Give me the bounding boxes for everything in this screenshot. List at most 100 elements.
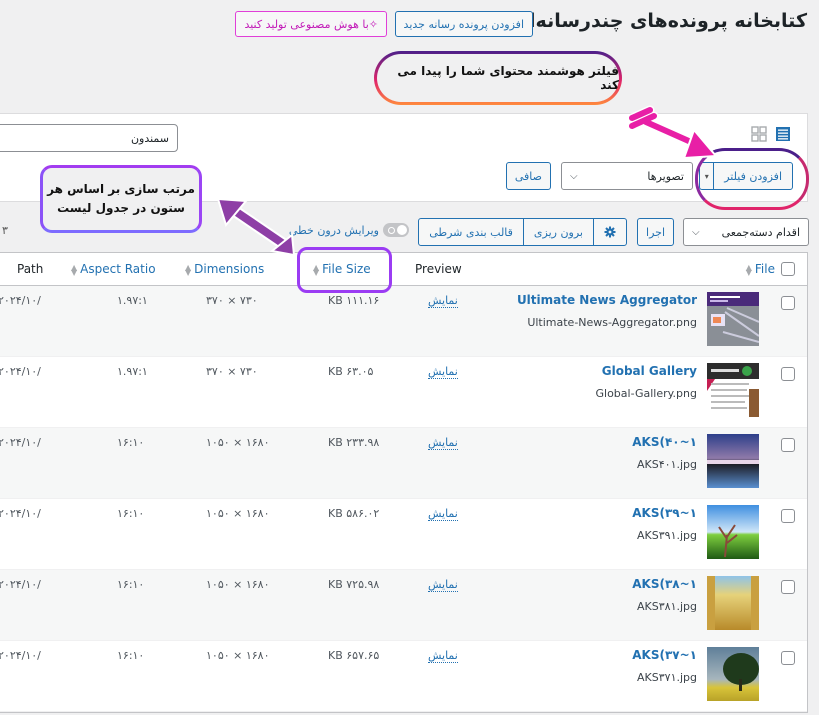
chevron-down-icon: ⌵ — [692, 226, 700, 238]
column-header-dimensions[interactable]: ▲ ▼ Dimensions — [185, 262, 264, 276]
row-checkbox[interactable] — [781, 438, 795, 452]
file-size-cell: KB ۱۱۱.۱۶ — [328, 294, 380, 307]
smart-filter-callout: فیلتر هوشمند محتوای شما را پیدا می کند — [374, 51, 622, 105]
conditional-format-button[interactable]: قالب بندی شرطی — [418, 218, 524, 246]
table-body: Ultimate News Aggregator Ultimate-News-Ag… — [0, 286, 807, 712]
sort-icon: ▲ ▼ — [71, 262, 78, 277]
page-edge — [808, 252, 819, 715]
table-row: AKS(۴۰~۱ AKS۴۰۱.jpg نمایش KB ۲۳۳.۹۸ ۱۰۵۰ × ۱… — [0, 428, 807, 499]
path-cell: ۲۰۲۴/۱۰/ — [0, 365, 41, 378]
dimensions-cell: ۳۷۰ × ۷۳۰ — [206, 365, 258, 378]
sort-icon: ▲ ▼ — [313, 262, 320, 277]
aspect-ratio-cell: ۱.۹۷:۱ — [117, 365, 148, 378]
thumbnail-image[interactable] — [707, 363, 759, 417]
sort-icon: ▲ ▼ — [745, 262, 752, 277]
inline-edit-label: ویرایش درون خطی — [288, 223, 379, 237]
thumbnail-image[interactable] — [707, 576, 759, 630]
column-header-file-size[interactable]: ▲ ▼ File Size — [313, 262, 371, 276]
file-name: Global-Gallery.png — [595, 387, 697, 400]
bulk-action-select[interactable]: اقدام دسته‌جمعی ⌵ — [683, 218, 809, 246]
thumbnail-image[interactable] — [707, 292, 760, 346]
media-table: ▲ ▼ File Preview ▲ ▼ File Size ▲ ▼ Dimensions … — [0, 252, 808, 713]
thumbnail-image[interactable] — [707, 647, 759, 701]
media-type-select[interactable]: تصویرها ⌵ — [561, 162, 693, 190]
inline-edit-toggle[interactable] — [383, 223, 409, 237]
page-count: ۳ — [2, 224, 8, 237]
file-name: AKS۳۹۱.jpg — [637, 529, 697, 542]
file-size-cell: KB ۶۳.۰۵ — [328, 365, 374, 378]
file-title-link[interactable]: AKS(۳۷~۱ — [632, 648, 697, 662]
table-row: AKS(۳۹~۱ AKS۳۹۱.jpg نمایش KB ۵۸۶.۰۲ ۱۰۵۰ × ۱… — [0, 499, 807, 570]
column-header-preview: Preview — [415, 262, 462, 276]
row-checkbox[interactable] — [781, 509, 795, 523]
aspect-ratio-cell: ۱۶:۱۰ — [117, 578, 145, 591]
settings-button[interactable] — [593, 218, 627, 246]
bulk-action-value: اقدام دسته‌جمعی — [721, 225, 800, 239]
thumbnail-image[interactable] — [707, 434, 759, 488]
dimensions-cell: ۱۰۵۰ × ۱۶۸۰ — [206, 649, 270, 662]
add-new-media-button[interactable]: افزودن پرونده رسانه جدید — [394, 11, 533, 37]
smart-filter-callout-text: فیلتر هوشمند محتوای شما را پیدا می کند — [377, 54, 619, 102]
aspect-ratio-cell: ۱۶:۱۰ — [117, 507, 145, 520]
path-cell: ۲۰۲۴/۱۰/ — [0, 294, 41, 307]
dimensions-cell: ۳۷۰ × ۷۳۰ — [206, 294, 258, 307]
column-header-path: Path — [17, 262, 44, 276]
table-row: Ultimate News Aggregator Ultimate-News-Ag… — [0, 286, 807, 357]
sort-callout-line-1: مرتب سازی بر اساس هر — [47, 182, 195, 197]
inline-edit-toggle-group: ویرایش درون خطی — [289, 223, 409, 237]
file-title-link[interactable]: Global Gallery — [602, 364, 697, 378]
table-row: AKS(۳۷~۱ AKS۳۷۱.jpg نمایش KB ۶۵۷.۶۵ ۱۰۵۰ × ۱… — [0, 641, 807, 712]
file-title-link[interactable]: AKS(۳۸~۱ — [632, 577, 697, 591]
row-checkbox[interactable] — [781, 296, 795, 310]
ai-generate-button[interactable]: ✧با هوش مصنوعی تولید کنید — [235, 11, 387, 37]
select-all-checkbox[interactable] — [781, 262, 795, 276]
row-checkbox[interactable] — [781, 651, 795, 665]
preview-link[interactable]: نمایش — [428, 294, 458, 308]
table-header: ▲ ▼ File Preview ▲ ▼ File Size ▲ ▼ Dimensions … — [0, 253, 807, 286]
search-input[interactable] — [0, 124, 178, 152]
apply-button[interactable]: اجرا — [637, 218, 674, 246]
column-header-aspect-ratio[interactable]: ▲ ▼ Aspect Ratio — [71, 262, 156, 276]
add-filter-button[interactable]: افزودن فیلتر — [713, 162, 793, 190]
sort-columns-callout: مرتب سازی بر اساس هر ستون در جدول لیست — [40, 165, 202, 233]
path-cell: ۲۰۲۴/۱۰/ — [0, 578, 41, 591]
dimensions-cell: ۱۰۵۰ × ۱۶۸۰ — [206, 507, 270, 520]
file-name: AKS۳۷۱.jpg — [637, 671, 697, 684]
file-size-cell: KB ۲۳۳.۹۸ — [328, 436, 380, 449]
file-size-cell: KB ۶۵۷.۶۵ — [328, 649, 380, 662]
row-checkbox[interactable] — [781, 367, 795, 381]
export-button[interactable]: برون ریزی — [522, 218, 594, 246]
clear-filter-button[interactable]: صافی — [505, 162, 551, 190]
file-title-link[interactable]: AKS(۳۹~۱ — [632, 506, 697, 520]
dimensions-cell: ۱۰۵۰ × ۱۶۸۰ — [206, 436, 270, 449]
file-name: AKS۴۰۱.jpg — [637, 458, 697, 471]
row-checkbox[interactable] — [781, 580, 795, 594]
chevron-down-icon: ⌵ — [570, 170, 578, 182]
add-filter-dropdown-caret[interactable]: ▾ — [699, 162, 714, 190]
gear-icon — [604, 226, 616, 238]
preview-link[interactable]: نمایش — [428, 507, 458, 521]
preview-link[interactable]: نمایش — [428, 578, 458, 592]
table-row: Global Gallery Global-Gallery.png نمایش KB … — [0, 357, 807, 428]
column-header-file[interactable]: ▲ ▼ File — [746, 262, 775, 276]
aspect-ratio-cell: ۱۶:۱۰ — [117, 649, 145, 662]
path-cell: ۲۰۲۴/۱۰/ — [0, 436, 41, 449]
preview-link[interactable]: نمایش — [428, 365, 458, 379]
file-title-link[interactable]: Ultimate News Aggregator — [517, 293, 697, 307]
sort-callout-line-2: ستون در جدول لیست — [57, 201, 185, 215]
view-switcher — [751, 126, 791, 142]
page-title: کتابخانه پرونده‌های چندرسانه‌ای — [511, 10, 807, 32]
file-name: AKS۳۸۱.jpg — [637, 600, 697, 613]
table-row: AKS(۳۸~۱ AKS۳۸۱.jpg نمایش KB ۷۲۵.۹۸ ۱۰۵۰ × ۱… — [0, 570, 807, 641]
preview-link[interactable]: نمایش — [428, 649, 458, 663]
thumbnail-image[interactable] — [707, 505, 759, 559]
table-tools-group: قالب بندی شرطی برون ریزی — [418, 218, 627, 246]
media-type-select-value: تصویرها — [647, 169, 684, 183]
grid-view-icon[interactable] — [751, 126, 767, 142]
path-cell: ۲۰۲۴/۱۰/ — [0, 507, 41, 520]
list-view-icon[interactable] — [775, 126, 791, 142]
preview-link[interactable]: نمایش — [428, 436, 458, 450]
file-name: Ultimate-News-Aggregator.png — [527, 316, 697, 329]
file-title-link[interactable]: AKS(۴۰~۱ — [632, 435, 697, 449]
file-size-cell: KB ۷۲۵.۹۸ — [328, 578, 380, 591]
